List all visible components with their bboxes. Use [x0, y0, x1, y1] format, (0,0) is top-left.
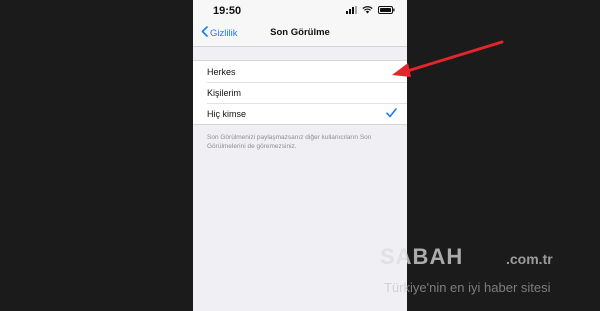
page-title: Son Görülme [270, 27, 330, 38]
option-everyone[interactable]: Herkes [193, 61, 407, 82]
option-label: Herkes [207, 66, 236, 77]
red-arrow-annotation [392, 40, 504, 77]
checkmark-icon [386, 108, 397, 120]
watermark-slogan: Türkiye'nin en iyi haber sitesi [384, 280, 551, 295]
status-bar: 19:50 [193, 0, 407, 20]
status-time: 19:50 [213, 5, 242, 17]
option-nobody[interactable]: Hiç kimse [193, 103, 407, 124]
options-list: Herkes Kişilerim Hiç kimse [193, 60, 407, 125]
option-label: Kişilerim [207, 87, 242, 98]
navigation-bar: Gizlilik Son Görülme [193, 20, 407, 47]
option-label: Hiç kimse [207, 108, 247, 119]
status-icons [346, 6, 395, 14]
cellular-signal-icon [346, 6, 357, 14]
option-my-contacts[interactable]: Kişilerim [193, 82, 407, 103]
watermark-logo: SABAH [380, 244, 464, 269]
footer-note: Son Görülmenizi paylaşmazsanız diğer kul… [207, 134, 372, 150]
battery-icon [378, 6, 395, 14]
wifi-icon [362, 6, 373, 14]
sabah-watermark: SABAH .com.tr Türkiye'nin en iyi haber s… [380, 234, 600, 311]
watermark-domain: .com.tr [506, 251, 553, 267]
phone-screen: 19:50 Gizlilik Son Görülme Herkes Kişile… [193, 0, 407, 311]
